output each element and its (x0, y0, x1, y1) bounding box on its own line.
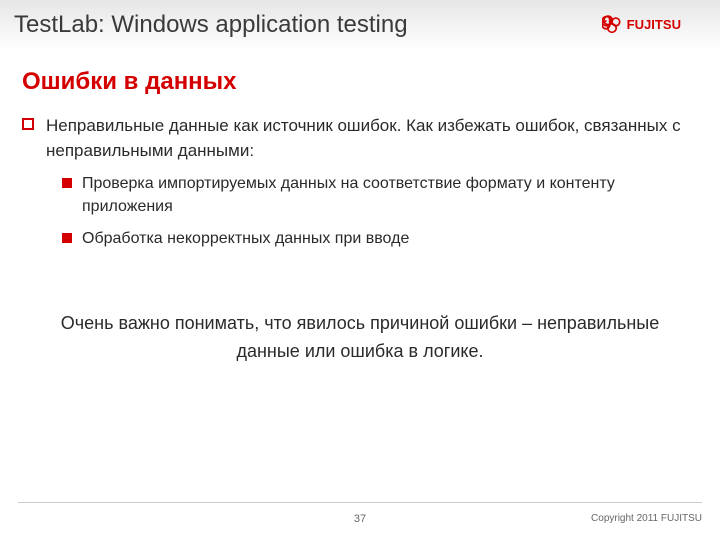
bullet-text: Обработка некорректных данных при вводе (82, 228, 409, 250)
logo-text: FUJITSU (627, 17, 681, 32)
bullet-level1: Неправильные данные как источник ошибок.… (22, 114, 698, 163)
slide-footer: 37 Copyright 2011 FUJITSU (18, 502, 702, 534)
bullet-level2: Обработка некорректных данных при вводе (62, 228, 698, 250)
filled-square-icon (62, 233, 72, 243)
section-title: Ошибки в данных (22, 68, 698, 96)
fujitsu-logo: FUJITSU (602, 14, 702, 36)
page-number: 37 (354, 513, 366, 525)
bullet-text: Неправильные данные как источник ошибок.… (46, 114, 698, 163)
filled-square-icon (62, 178, 72, 188)
copyright-text: Copyright 2011 FUJITSU (591, 513, 702, 524)
slide: TestLab: Windows application testing FUJ… (0, 0, 720, 540)
header-title: TestLab: Windows application testing (14, 11, 408, 39)
hollow-square-icon (22, 118, 34, 130)
slide-content: Ошибки в данных Неправильные данные как … (0, 50, 720, 502)
bullet-text: Проверка импортируемых данных на соответ… (82, 173, 698, 218)
bullet-level2: Проверка импортируемых данных на соответ… (62, 173, 698, 218)
slide-header: TestLab: Windows application testing FUJ… (0, 0, 720, 50)
summary-text: Очень важно понимать, что явилось причин… (22, 310, 698, 366)
